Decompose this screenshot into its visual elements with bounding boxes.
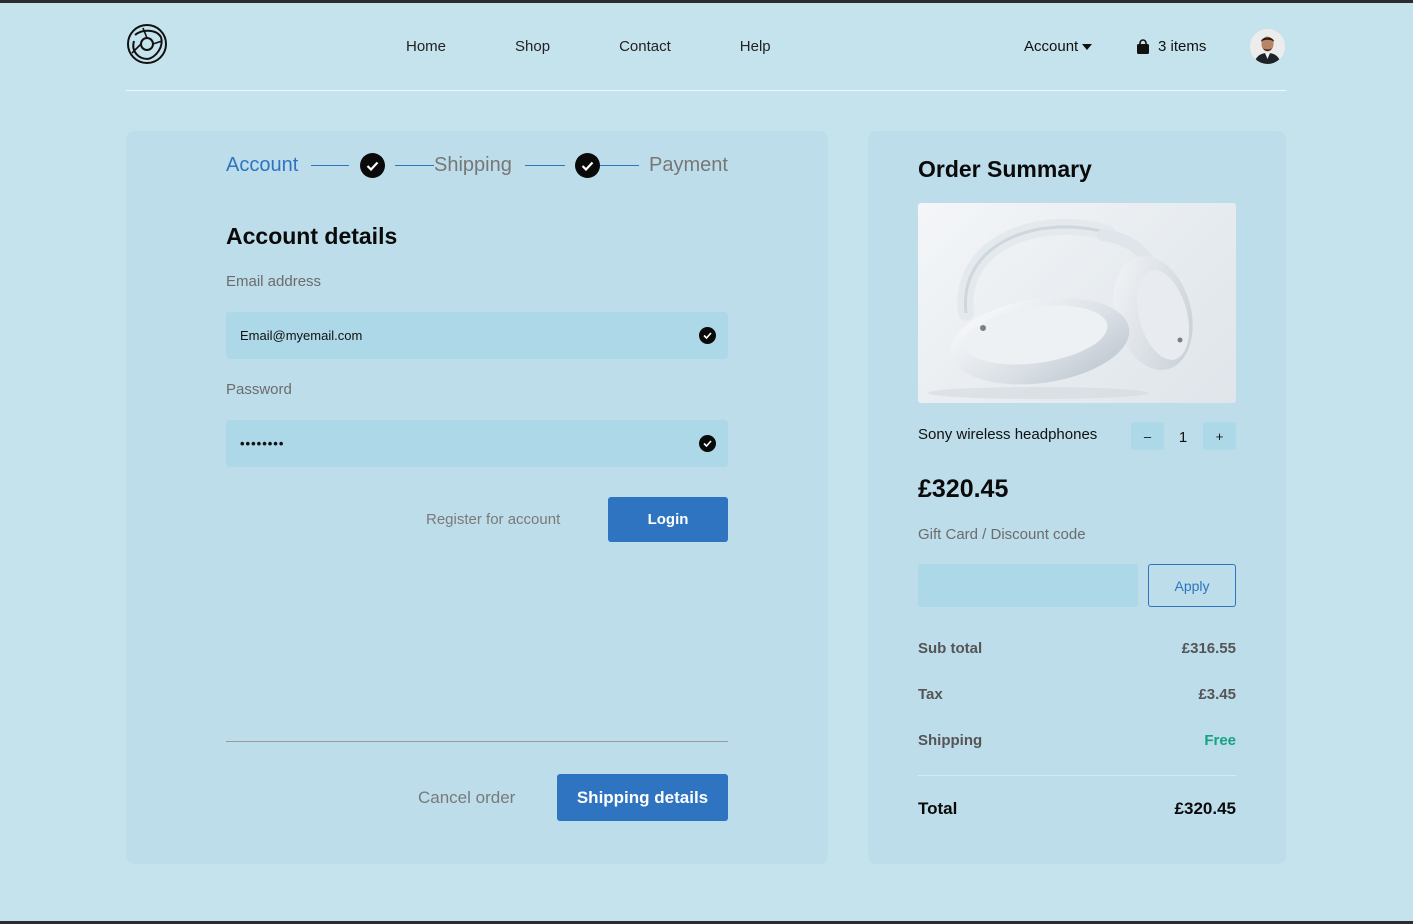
apply-button[interactable]: Apply <box>1148 564 1236 607</box>
total-label: Total <box>918 799 958 818</box>
product-price: £320.45 <box>918 475 1009 503</box>
summary-title: Order Summary <box>918 156 1092 182</box>
checkout-stepper: Account Shipping Payment <box>226 153 728 179</box>
gift-card-label: Gift Card / Discount code <box>918 526 1086 543</box>
register-link[interactable]: Register for account <box>426 511 560 528</box>
nav-home[interactable]: Home <box>406 38 446 55</box>
account-dropdown-label: Account <box>1024 38 1079 55</box>
subtotal-row: Sub total £316.55 <box>918 640 1236 657</box>
shipping-value: Free <box>1204 732 1236 749</box>
page: Home Shop Contact Help Account 3 items A… <box>126 3 1286 864</box>
shopping-bag-icon <box>1137 38 1149 54</box>
password-label: Password <box>226 381 292 398</box>
valid-check-icon <box>699 435 716 452</box>
cart-button[interactable]: 3 items <box>1136 38 1206 55</box>
step-payment[interactable]: Payment <box>649 154 728 177</box>
total-value: £320.45 <box>1174 799 1236 818</box>
step-account[interactable]: Account <box>226 154 298 177</box>
login-button[interactable]: Login <box>608 497 728 542</box>
brand-logo-icon[interactable] <box>126 23 168 65</box>
step-connector <box>395 165 434 166</box>
tax-label: Tax <box>918 686 943 703</box>
order-summary-panel: Order Summary Sony wireless headphones –… <box>868 131 1286 864</box>
cancel-order-button[interactable]: Cancel order <box>418 788 515 808</box>
step-connector <box>525 165 565 166</box>
chevron-down-icon <box>1082 43 1093 50</box>
email-value: Email@myemail.com <box>240 328 363 343</box>
nav-shop[interactable]: Shop <box>515 38 550 55</box>
user-avatar[interactable] <box>1250 29 1285 64</box>
product-name: Sony wireless headphones <box>918 426 1098 443</box>
gift-card-input[interactable] <box>918 564 1138 607</box>
avatar-icon <box>1250 29 1285 64</box>
step-shipping[interactable]: Shipping <box>434 154 512 177</box>
headphones-image <box>928 218 1193 399</box>
quantity-increase-button[interactable]: + <box>1203 422 1236 450</box>
top-navbar: Home Shop Contact Help Account 3 items <box>126 3 1286 91</box>
subtotal-label: Sub total <box>918 640 983 657</box>
total-row: Total £320.45 <box>918 799 1236 819</box>
nav-contact[interactable]: Contact <box>619 38 671 55</box>
cart-count: 3 items <box>1158 38 1207 55</box>
quantity-value: 1 <box>1178 429 1188 446</box>
subtotal-value: £316.55 <box>1181 640 1236 657</box>
check-circle-icon <box>575 153 600 178</box>
tax-value: £3.45 <box>1198 686 1236 703</box>
form-divider <box>226 741 728 742</box>
email-field[interactable]: Email@myemail.com <box>226 312 728 359</box>
password-field[interactable]: •••••••• <box>226 420 728 467</box>
section-title: Account details <box>226 223 398 249</box>
valid-check-icon <box>699 327 716 344</box>
quantity-decrease-button[interactable]: – <box>1131 422 1164 450</box>
main-nav: Home Shop Contact Help <box>406 38 840 55</box>
nav-help[interactable]: Help <box>740 38 771 55</box>
email-label: Email address <box>226 273 322 290</box>
account-dropdown[interactable]: Account <box>1024 38 1093 55</box>
product-image <box>918 203 1236 403</box>
step-connector <box>311 165 349 166</box>
password-value: •••••••• <box>240 436 285 451</box>
shipping-details-button[interactable]: Shipping details <box>557 774 728 821</box>
shipping-label: Shipping <box>918 732 983 749</box>
summary-divider <box>918 775 1236 776</box>
checkout-form-panel: Account Shipping Payment Account details… <box>126 131 828 864</box>
shipping-row: Shipping Free <box>918 732 1236 749</box>
check-circle-icon <box>360 153 385 178</box>
tax-row: Tax £3.45 <box>918 686 1236 703</box>
step-connector <box>600 165 639 166</box>
